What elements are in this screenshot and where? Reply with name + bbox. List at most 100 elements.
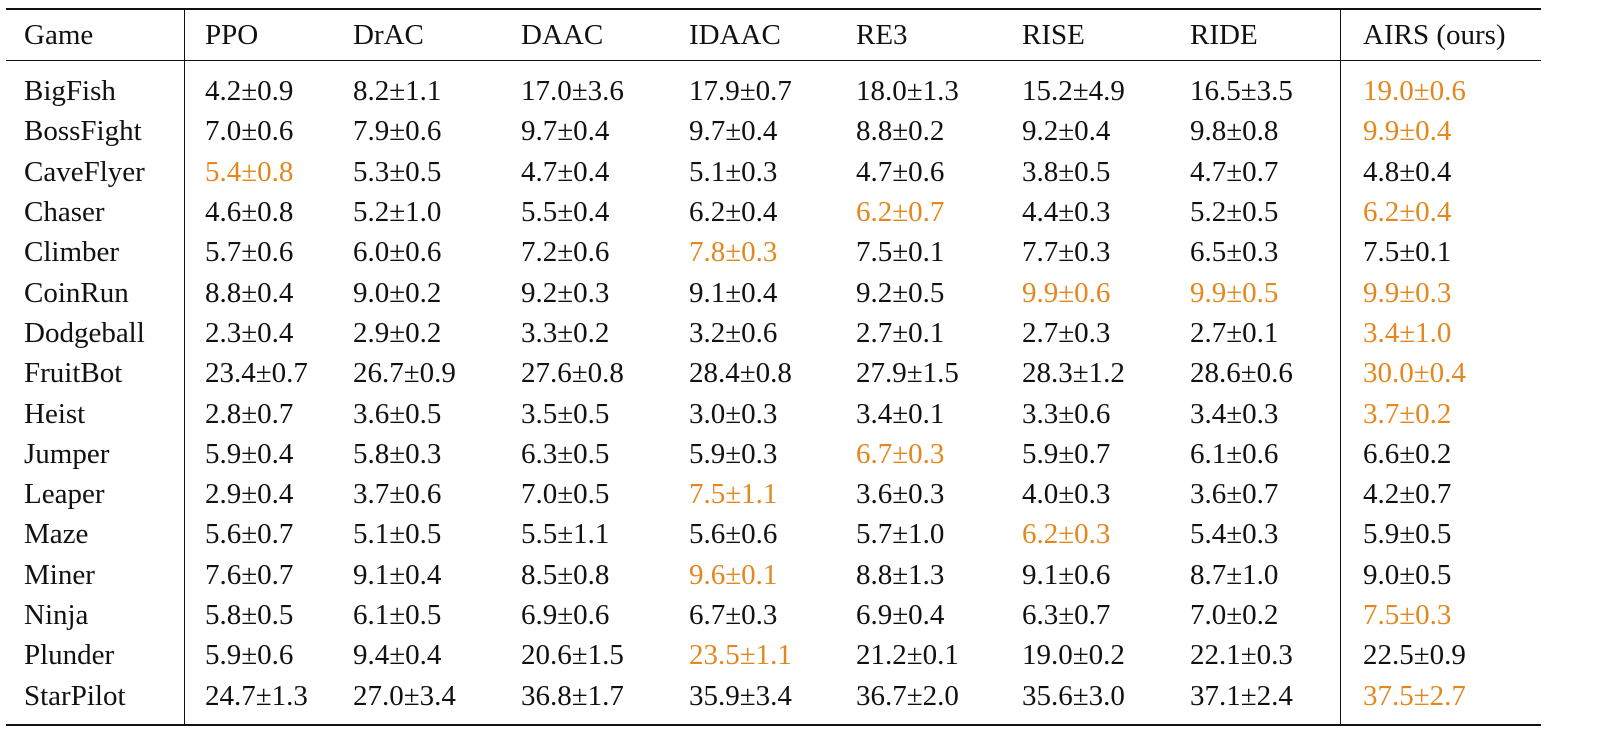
cell-airs: 3.4±1.0	[1363, 316, 1452, 349]
cell-drac: 3.7±0.6	[353, 478, 442, 511]
cell-ride: 7.0±0.2	[1190, 594, 1341, 636]
cell-re3: 36.7±2.0	[856, 679, 959, 712]
cell-ride: 8.7±1.0	[1190, 554, 1341, 595]
cell-ride: 6.1±0.6	[1190, 433, 1341, 474]
cell-rise: 19.0±0.2	[1022, 639, 1125, 672]
cell-ppo: 5.6±0.7	[205, 518, 294, 551]
cell-daac: 7.2±0.6	[521, 236, 610, 269]
cell-game-name: Maze	[6, 514, 185, 555]
cell-idaac: 6.7±0.3	[689, 599, 778, 631]
cell-airs: 3.7±0.2	[1363, 397, 1452, 430]
table-row: StarPilot 24.7±1.3 27.0±3.4 36.8±1.7 35.9±3.…	[6, 675, 1541, 725]
table-row: Dodgeball 2.3±0.4 2.9±0.2 3.3±0.2 3.2±0.6 2.7…	[6, 312, 1541, 354]
cell-airs: 4.2±0.7	[1363, 478, 1452, 511]
cell-drac: 27.0±3.4	[353, 679, 456, 712]
table-row: Leaper 2.9±0.4 3.7±0.6 7.0±0.5 7.5±1.1 3.6±0.…	[6, 473, 1541, 515]
cell-drac: 6.0±0.6	[353, 236, 442, 269]
cell-ppo: 2.8±0.7	[205, 397, 294, 430]
cell-ride: 4.7±0.7	[1190, 151, 1341, 192]
cell-idaac: 5.9±0.3	[689, 437, 778, 470]
cell-ppo: 2.9±0.4	[205, 478, 294, 511]
cell-ride: 22.1±0.3	[1190, 635, 1341, 676]
cell-ride: 3.6±0.7	[1190, 473, 1341, 515]
cell-airs: 22.5±0.9	[1363, 639, 1466, 672]
table-row: BossFight 7.0±0.6 7.9±0.6 9.7±0.4 9.7±0.4 8.8…	[6, 111, 1541, 152]
header-drac: DrAC	[353, 18, 424, 51]
cell-idaac: 9.1±0.4	[689, 276, 778, 309]
cell-drac: 2.9±0.2	[353, 316, 442, 349]
cell-daac: 4.7±0.4	[521, 155, 610, 188]
table-row: Heist 2.8±0.7 3.6±0.5 3.5±0.5 3.0±0.3 3.4±0.1…	[6, 393, 1541, 434]
cell-ride: 37.1±2.4	[1190, 675, 1341, 725]
cell-rise: 4.4±0.3	[1022, 196, 1111, 229]
cell-rise: 6.3±0.7	[1022, 599, 1111, 631]
cell-daac: 27.6±0.8	[521, 357, 624, 390]
cell-rise: 35.6±3.0	[1022, 679, 1125, 712]
cell-rise: 15.2±4.9	[1022, 75, 1125, 108]
cell-airs: 19.0±0.6	[1363, 75, 1466, 108]
header-ride: RIDE	[1190, 9, 1341, 61]
header-rise: RISE	[1022, 18, 1085, 51]
cell-game-name: StarPilot	[6, 675, 185, 725]
cell-ppo: 7.6±0.7	[205, 558, 294, 591]
cell-drac: 5.8±0.3	[353, 437, 442, 470]
cell-airs: 4.8±0.4	[1363, 155, 1452, 188]
cell-game-name: CaveFlyer	[6, 151, 185, 192]
cell-ppo: 5.9±0.4	[205, 437, 294, 470]
header-airs: AIRS (ours)	[1363, 18, 1506, 51]
cell-idaac: 7.8±0.3	[689, 236, 778, 269]
cell-airs: 30.0±0.4	[1363, 357, 1466, 390]
cell-re3: 6.9±0.4	[856, 599, 945, 631]
cell-airs: 6.2±0.4	[1363, 196, 1452, 229]
cell-idaac: 9.6±0.1	[689, 558, 778, 591]
cell-ppo: 7.0±0.6	[205, 115, 294, 148]
cell-ppo: 2.3±0.4	[205, 316, 294, 349]
cell-re3: 8.8±0.2	[856, 115, 945, 148]
cell-ppo: 5.7±0.6	[205, 236, 294, 269]
cell-rise: 28.3±1.2	[1022, 357, 1125, 390]
cell-re3: 3.6±0.3	[856, 478, 945, 511]
cell-game-name: Ninja	[6, 594, 185, 636]
cell-re3: 4.7±0.6	[856, 155, 945, 188]
table-row: Jumper 5.9±0.4 5.8±0.3 6.3±0.5 5.9±0.3 6.7±0.…	[6, 433, 1541, 474]
header-ppo: PPO	[205, 18, 259, 51]
cell-drac: 7.9±0.6	[353, 115, 442, 148]
table-row: FruitBot 23.4±0.7 26.7±0.9 27.6±0.8 28.4±0.8…	[6, 353, 1541, 394]
cell-ride: 9.9±0.5	[1190, 272, 1341, 313]
cell-airs: 9.9±0.4	[1363, 115, 1452, 148]
header-re3: RE3	[856, 18, 908, 51]
cell-re3: 6.7±0.3	[856, 437, 945, 470]
cell-daac: 5.5±1.1	[521, 518, 610, 551]
cell-game-name: Leaper	[6, 473, 185, 515]
cell-airs: 5.9±0.5	[1363, 518, 1452, 551]
cell-daac: 3.5±0.5	[521, 397, 610, 430]
cell-rise: 3.8±0.5	[1022, 155, 1111, 188]
cell-ride: 9.8±0.8	[1190, 111, 1341, 152]
cell-idaac: 5.1±0.3	[689, 155, 778, 188]
cell-game-name: BigFish	[6, 60, 185, 112]
table-row: Ninja 5.8±0.5 6.1±0.5 6.9±0.6 6.7±0.3 6.9±0.4…	[6, 594, 1541, 636]
cell-airs: 7.5±0.1	[1363, 236, 1452, 269]
cell-drac: 5.3±0.5	[353, 155, 442, 188]
cell-ride: 28.6±0.6	[1190, 353, 1341, 394]
cell-re3: 18.0±1.3	[856, 75, 959, 108]
cell-idaac: 3.0±0.3	[689, 397, 778, 430]
cell-re3: 6.2±0.7	[856, 196, 945, 229]
cell-re3: 21.2±0.1	[856, 639, 959, 672]
cell-ride: 5.4±0.3	[1190, 514, 1341, 555]
cell-ppo: 5.9±0.6	[205, 639, 294, 672]
cell-drac: 5.1±0.5	[353, 518, 442, 551]
cell-ppo: 8.8±0.4	[205, 276, 294, 309]
cell-rise: 7.7±0.3	[1022, 236, 1111, 269]
cell-ride: 16.5±3.5	[1190, 60, 1341, 112]
cell-ride: 3.4±0.3	[1190, 393, 1341, 434]
cell-game-name: Miner	[6, 554, 185, 595]
cell-idaac: 35.9±3.4	[689, 679, 792, 712]
cell-rise: 3.3±0.6	[1022, 397, 1111, 430]
cell-game-name: Jumper	[6, 433, 185, 474]
cell-idaac: 5.6±0.6	[689, 518, 778, 551]
header-daac: DAAC	[521, 18, 604, 51]
cell-daac: 9.2±0.3	[521, 276, 610, 309]
table-row: Chaser 4.6±0.8 5.2±1.0 5.5±0.4 6.2±0.4 6.2±0.…	[6, 191, 1541, 233]
table-row: CaveFlyer 5.4±0.8 5.3±0.5 4.7±0.4 5.1±0.3 4.7…	[6, 151, 1541, 192]
